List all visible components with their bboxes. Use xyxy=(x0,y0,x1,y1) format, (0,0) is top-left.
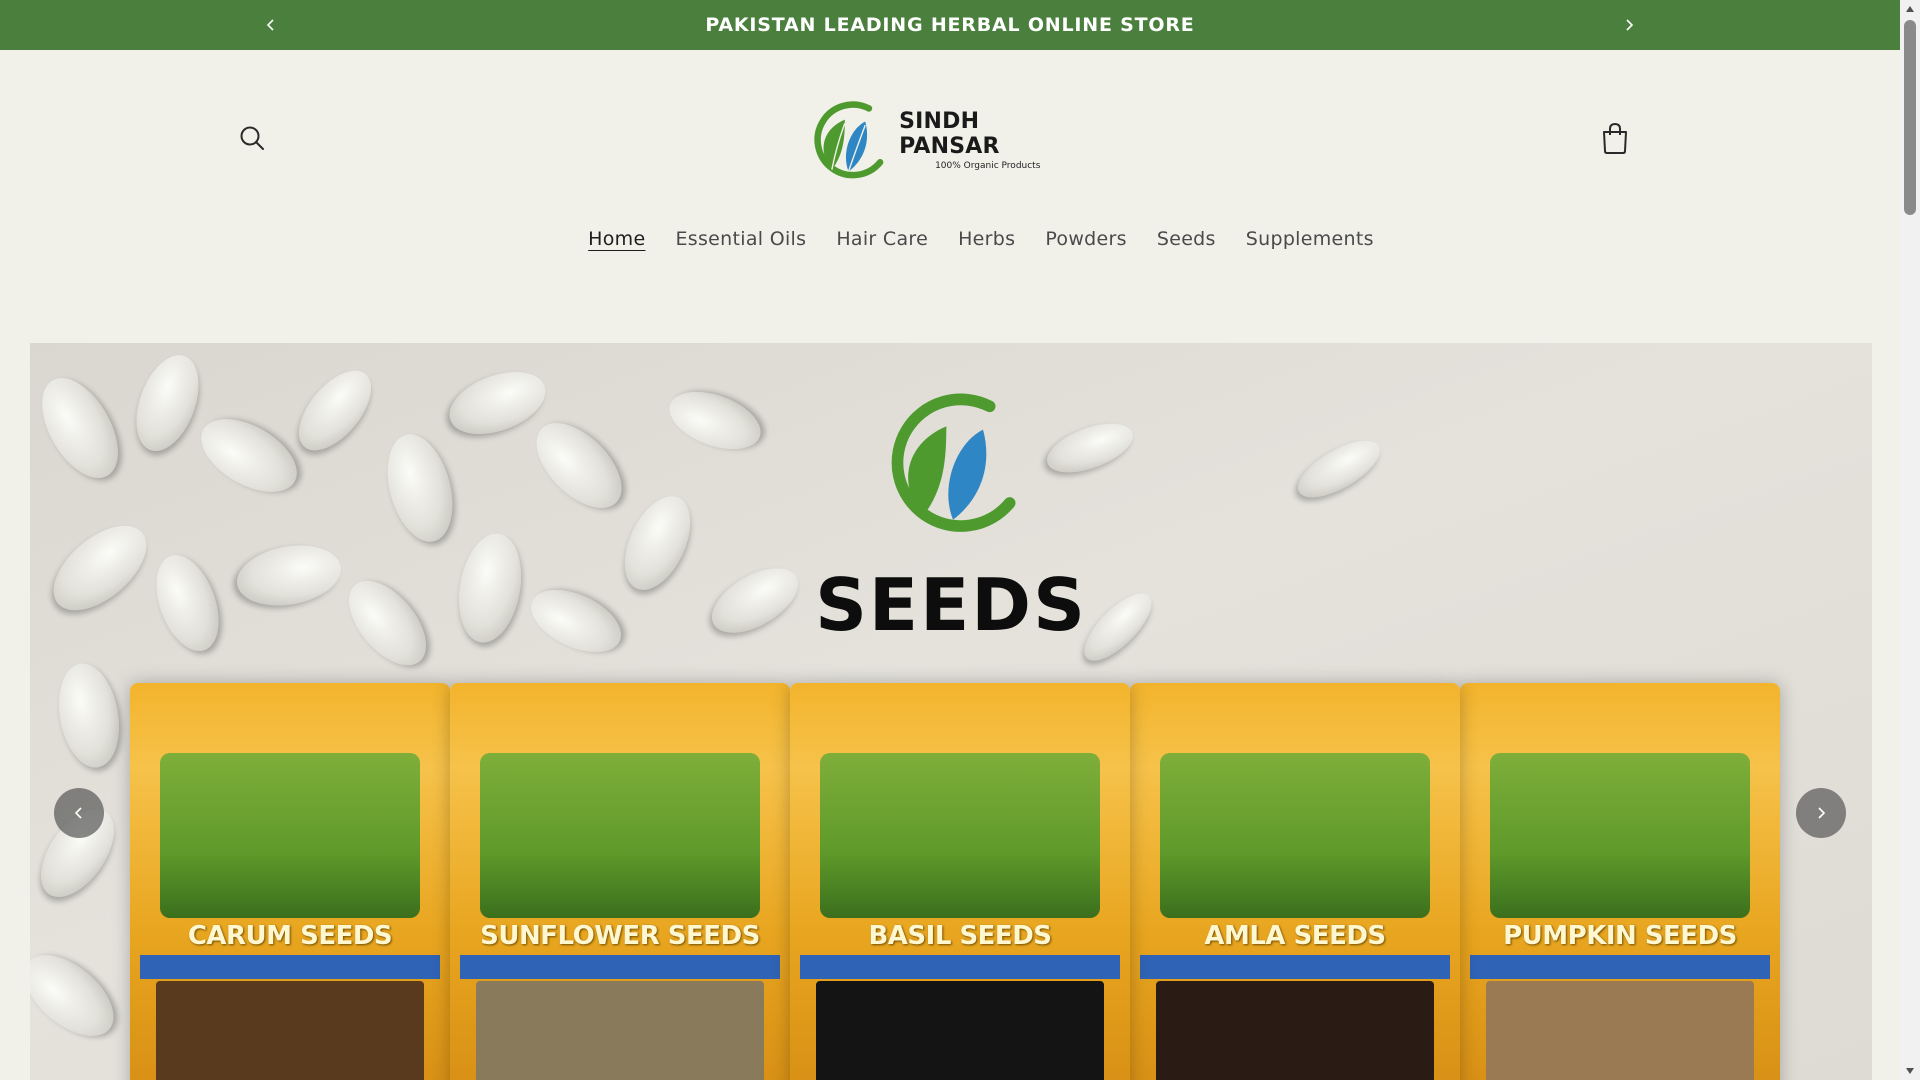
nav-item-powders[interactable]: Powders xyxy=(1045,228,1127,250)
pack-sunflower-seeds: SUNFLOWER SEEDS xyxy=(450,683,790,1080)
pack-label: SUNFLOWER SEEDS xyxy=(480,921,760,951)
chevron-left-icon xyxy=(74,807,82,819)
main-nav: Home Essential Oils Hair Care Herbs Powd… xyxy=(0,228,1900,250)
chevron-right-icon xyxy=(1818,807,1826,819)
triangle-up-icon xyxy=(1906,6,1914,12)
pack-label: BASIL SEEDS xyxy=(868,921,1052,951)
search-button[interactable] xyxy=(236,122,270,156)
cart-icon xyxy=(1603,122,1627,154)
scroll-thumb[interactable] xyxy=(1904,20,1916,215)
nav-item-supplements[interactable]: Supplements xyxy=(1246,228,1374,250)
scroll-up-button[interactable] xyxy=(1900,0,1920,18)
nav-item-herbs[interactable]: Herbs xyxy=(958,228,1015,250)
hero-title: SEEDS xyxy=(815,563,1087,647)
pack-amla-seeds: AMLA SEEDS xyxy=(1130,683,1460,1080)
pack-label: CARUM SEEDS xyxy=(187,921,393,951)
product-packs: CARUM SEEDS SUNFLOWER SEEDS BASIL SEEDS … xyxy=(130,683,1830,1080)
slide-prev-button[interactable] xyxy=(54,788,104,838)
pack-carum-seeds: CARUM SEEDS xyxy=(130,683,450,1080)
chevron-right-icon xyxy=(1626,19,1634,31)
nav-item-home[interactable]: Home xyxy=(588,228,645,250)
hero-leaf-logo-icon xyxy=(891,393,1016,532)
nav-item-hair-care[interactable]: Hair Care xyxy=(836,228,928,250)
pack-label: PUMPKIN SEEDS xyxy=(1503,921,1737,951)
pack-basil-seeds: BASIL SEEDS xyxy=(790,683,1130,1080)
hero-slideshow: SEEDS CARUM SEEDS SUNFLOWER SEEDS BASIL … xyxy=(30,343,1872,1080)
logo-name: SINDH PANSAR xyxy=(899,109,1000,159)
page-scrollbar[interactable] xyxy=(1900,0,1920,1080)
nav-item-seeds[interactable]: Seeds xyxy=(1157,228,1216,250)
nav-item-essential-oils[interactable]: Essential Oils xyxy=(675,228,806,250)
leaf-logo-icon xyxy=(814,101,884,179)
announcement-prev-button[interactable] xyxy=(259,13,283,37)
triangle-down-icon xyxy=(1906,1068,1914,1074)
slide-next-button[interactable] xyxy=(1796,788,1846,838)
logo-tagline: 100% Organic Products xyxy=(935,161,1041,171)
announcement-bar: PAKISTAN LEADING HERBAL ONLINE STORE xyxy=(0,0,1900,50)
search-icon xyxy=(240,126,264,150)
site-header: SINDH PANSAR 100% Organic Products Home … xyxy=(0,50,1900,340)
chevron-left-icon xyxy=(266,19,274,31)
pack-label: AMLA SEEDS xyxy=(1204,921,1386,951)
site-logo[interactable]: SINDH PANSAR 100% Organic Products xyxy=(804,90,1074,190)
announcement-text[interactable]: PAKISTAN LEADING HERBAL ONLINE STORE xyxy=(705,14,1194,36)
announcement-next-button[interactable] xyxy=(1617,13,1641,37)
scroll-down-button[interactable] xyxy=(1900,1062,1920,1080)
pack-pumpkin-seeds: PUMPKIN SEEDS xyxy=(1460,683,1780,1080)
cart-button[interactable] xyxy=(1598,121,1632,157)
